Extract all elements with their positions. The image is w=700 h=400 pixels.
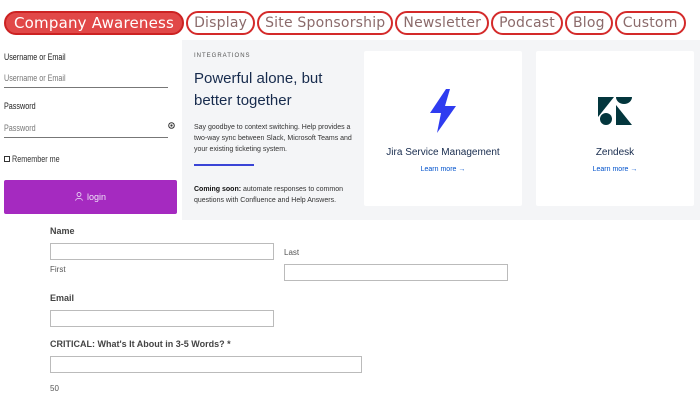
login-button[interactable]: login [4, 180, 177, 214]
integrations-section: INTEGRATIONS Powerful alone, but better … [182, 40, 700, 220]
critical-input[interactable] [50, 356, 362, 373]
last-name-input[interactable] [284, 264, 508, 281]
user-icon [75, 191, 83, 203]
critical-label: CRITICAL: What's It About in 3-5 Words? … [50, 339, 231, 349]
tab-podcast[interactable]: Podcast [491, 11, 563, 35]
jira-learn-more-link[interactable]: Learn more → [364, 166, 522, 173]
eye-icon[interactable] [168, 122, 175, 131]
tab-company-awareness[interactable]: Company Awareness [4, 11, 185, 35]
coming-soon-text: Coming soon: automate responses to commo… [194, 184, 364, 206]
page: Company Awareness Display Site Sponsorsh… [0, 0, 700, 400]
username-input[interactable]: Username or Email [4, 66, 168, 88]
first-sublabel: First [50, 265, 66, 274]
zendesk-card-title: Zendesk [595, 147, 635, 158]
login-button-label: login [86, 192, 106, 202]
remember-me[interactable]: Remember me [4, 154, 72, 164]
name-label: Name [50, 226, 75, 236]
remember-label: Remember me [12, 154, 60, 164]
accent-divider [194, 164, 254, 166]
tab-display[interactable]: Display [186, 11, 256, 35]
lightning-icon [364, 87, 522, 135]
login-form: Username or Email Username or Email Pass… [0, 46, 182, 220]
zendesk-icon [536, 87, 694, 135]
remember-checkbox[interactable] [4, 156, 10, 162]
character-counter: 50 [50, 384, 59, 393]
tab-custom[interactable]: Custom [614, 11, 686, 35]
username-placeholder: Username or Email [4, 73, 66, 83]
email-input[interactable] [50, 310, 274, 327]
username-label: Username or Email [4, 52, 66, 62]
first-name-input[interactable] [50, 243, 274, 260]
coming-soon-bold: Coming soon: [194, 186, 242, 193]
last-sublabel: Last [284, 248, 300, 257]
tab-blog[interactable]: Blog [564, 11, 613, 35]
tab-site-sponsorship[interactable]: Site Sponsorship [257, 11, 394, 35]
integrations-description: Say goodbye to context switching. Help p… [194, 124, 352, 153]
password-input[interactable]: Password [4, 116, 168, 138]
tab-newsletter[interactable]: Newsletter [395, 11, 490, 35]
integrations-headline: Powerful alone, but better together [194, 70, 323, 109]
jira-card-title: Jira Service Management [386, 147, 500, 158]
password-placeholder: Password [4, 123, 36, 133]
zendesk-learn-more-link[interactable]: Learn more → [536, 166, 694, 173]
jira-card[interactable]: Jira Service Management Learn more → [364, 51, 522, 206]
email-label: Email [50, 293, 75, 303]
password-label: Password [4, 101, 36, 111]
submission-form: Name First Last Email CRITICAL: What's I… [0, 220, 700, 400]
zendesk-card[interactable]: Zendesk Learn more → [536, 51, 694, 206]
integrations-kicker: INTEGRATIONS [194, 53, 251, 59]
